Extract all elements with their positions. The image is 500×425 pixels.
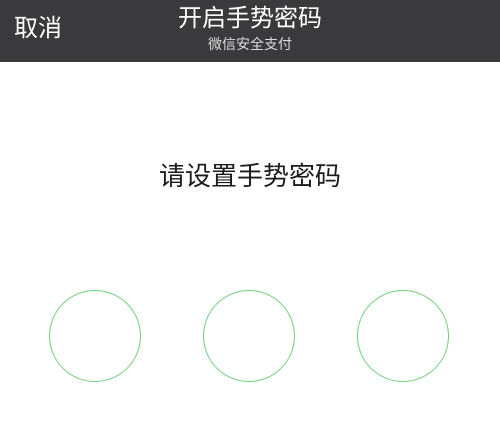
gesture-password-screen: 取消 开启手势密码 微信安全支付 请设置手势密码 [0, 0, 500, 425]
gesture-dot-1[interactable] [49, 290, 141, 382]
gesture-dot-2[interactable] [203, 290, 295, 382]
gesture-prompt: 请设置手势密码 [158, 162, 341, 192]
gesture-dot-3[interactable] [357, 290, 449, 382]
page-title: 开启手势密码 [178, 4, 322, 32]
page-subtitle: 微信安全支付 [208, 37, 292, 53]
top-navigation-bar: 取消 开启手势密码 微信安全支付 [0, 0, 500, 62]
